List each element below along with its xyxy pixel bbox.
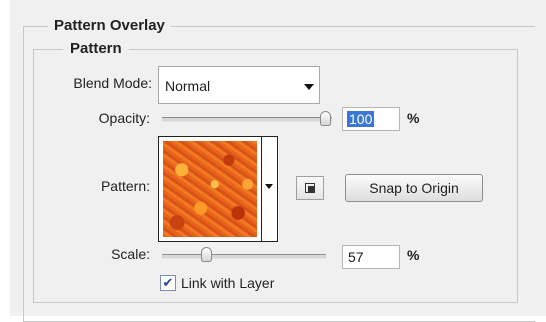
opacity-label: Opacity: bbox=[98, 110, 150, 126]
opacity-slider-track[interactable] bbox=[162, 117, 332, 122]
scale-unit: % bbox=[407, 247, 420, 263]
new-preset-button[interactable] bbox=[296, 176, 324, 200]
link-with-layer-checkbox[interactable]: ✔ bbox=[160, 275, 176, 291]
blend-mode-dropdown[interactable]: Normal bbox=[158, 66, 320, 104]
pattern-label: Pattern: bbox=[100, 178, 150, 194]
snap-to-origin-button[interactable]: Snap to Origin bbox=[345, 174, 483, 202]
subsection-title: Pattern bbox=[63, 40, 129, 57]
pattern-preview bbox=[163, 141, 257, 237]
section-title: Pattern Overlay bbox=[48, 17, 171, 34]
pattern-swatch[interactable] bbox=[158, 136, 262, 242]
scale-label: Scale: bbox=[111, 246, 150, 262]
scale-slider-thumb[interactable] bbox=[201, 247, 212, 262]
scale-input[interactable]: 57 bbox=[342, 245, 400, 269]
checkmark-icon: ✔ bbox=[162, 275, 174, 290]
opacity-input[interactable]: 100 bbox=[342, 107, 400, 131]
link-with-layer-label: Link with Layer bbox=[181, 275, 275, 291]
scale-slider-track[interactable] bbox=[162, 254, 326, 259]
opacity-slider-thumb[interactable] bbox=[320, 111, 331, 126]
new-preset-icon-fill bbox=[308, 186, 314, 192]
blend-mode-label: Blend Mode: bbox=[73, 75, 152, 91]
blend-mode-value: Normal bbox=[165, 78, 211, 94]
scale-value: 57 bbox=[348, 249, 364, 265]
chevron-down-icon bbox=[265, 184, 273, 189]
chevron-down-icon bbox=[304, 84, 314, 90]
pattern-picker-button[interactable] bbox=[262, 136, 278, 242]
opacity-unit: % bbox=[407, 110, 420, 126]
opacity-value: 100 bbox=[347, 111, 375, 127]
